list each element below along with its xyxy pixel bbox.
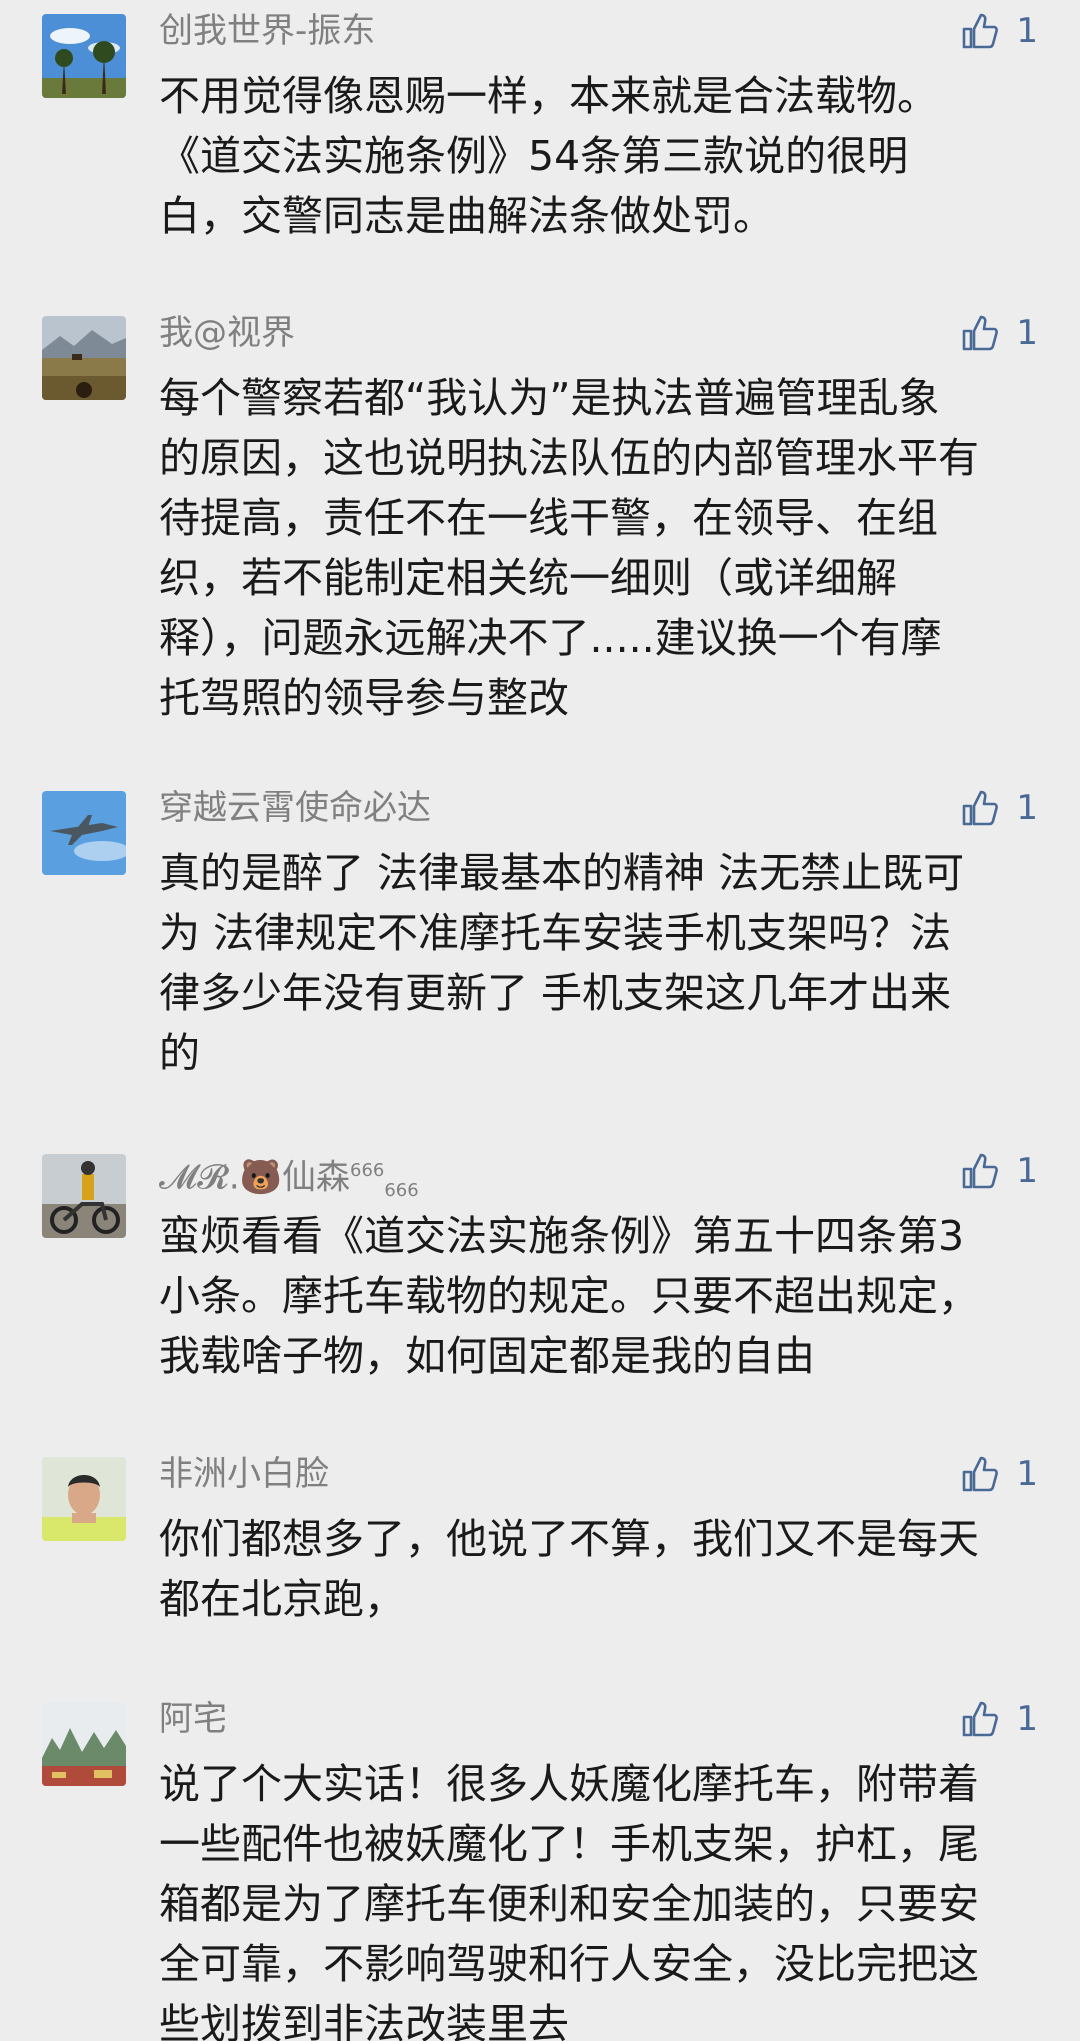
person-avatar-icon — [42, 1457, 126, 1541]
comment-text: 每个警察若都“我认为”是执法普遍管理乱象 的原因，这也说明执法队伍的内部管理水平… — [159, 368, 1039, 728]
comment-line: 真的是醉了 法律最基本的精神 法无禁止既可 — [159, 849, 965, 897]
comment-line: 《道交法实施条例》54条第三款说的很明 — [159, 132, 909, 180]
motorbike-avatar-icon — [42, 1154, 126, 1238]
avatar[interactable] — [42, 1702, 126, 1786]
like-count: 1 — [1016, 1151, 1038, 1191]
avatar[interactable] — [42, 316, 126, 400]
comment-line: 律多少年没有更新了 手机支架这几年才出来 — [159, 969, 952, 1017]
comment-line: 你们都想多了，他说了不算，我们又不是每天 — [159, 1515, 979, 1563]
comment-line: 待提高，责任不在一线干警，在领导、在组 — [159, 494, 938, 542]
comment-line: 的原因，这也说明执法队伍的内部管理水平有 — [159, 434, 979, 482]
thumbs-up-icon — [963, 1153, 999, 1189]
sky-tree-avatar-icon — [42, 14, 126, 98]
like-count: 1 — [1016, 313, 1038, 353]
nickname[interactable]: 穿越云霄使命必达 — [159, 783, 431, 833]
like-count: 1 — [1016, 1699, 1038, 1739]
nickname-prefix: 𝓜𝓡. — [159, 1157, 240, 1198]
comment-line: 我载啥子物，如何固定都是我的自由 — [159, 1332, 815, 1380]
bear-emoji: 🐻 — [239, 1157, 282, 1198]
comment-text: 不用觉得像恩赐一样，本来就是合法载物。 《道交法实施条例》54条第三款说的很明 … — [159, 66, 1039, 246]
nickname[interactable]: 𝓜𝓡.🐻仙森666666 — [159, 1146, 419, 1201]
comment-line: 蛮烦看看《道交法实施条例》第五十四条第3 — [159, 1212, 965, 1260]
nickname-superscript: 666 — [350, 1160, 385, 1181]
nickname-subscript: 666 — [384, 1180, 419, 1202]
comment-line: 说了个大实话！很多人妖魔化摩托车，附带着 — [159, 1760, 979, 1808]
comment-line: 小条。摩托车载物的规定。只要不超出规定， — [159, 1272, 979, 1320]
comment-line: 全可靠，不影响驾驶和行人安全，没比完把这 — [159, 1940, 979, 1988]
nickname[interactable]: 创我世界-振东 — [159, 6, 375, 56]
grassland-avatar-icon — [42, 316, 126, 400]
thumbs-up-icon — [963, 1456, 999, 1492]
nickname[interactable]: 非洲小白脸 — [159, 1449, 329, 1499]
nickname[interactable]: 我@视界 — [159, 308, 295, 358]
comment-line: 都在北京跑， — [159, 1575, 405, 1623]
comment-line: 白，交警同志是曲解法条做处罚。 — [159, 192, 774, 240]
comment-text: 蛮烦看看《道交法实施条例》第五十四条第3 小条。摩托车载物的规定。只要不超出规定… — [159, 1206, 1039, 1386]
comment-text: 真的是醉了 法律最基本的精神 法无禁止既可 为 法律规定不准摩托车安装手机支架吗… — [159, 843, 1039, 1083]
avatar[interactable] — [42, 791, 126, 875]
thumbs-up-icon — [963, 790, 999, 826]
comment-text: 你们都想多了，他说了不算，我们又不是每天 都在北京跑， — [159, 1509, 1039, 1629]
thumbs-up-icon — [963, 13, 999, 49]
avatar[interactable] — [42, 1457, 126, 1541]
like-button[interactable]: 1 — [960, 1449, 1038, 1499]
nickname-main: 仙森 — [282, 1157, 350, 1198]
like-count: 1 — [1016, 11, 1038, 51]
like-button[interactable]: 1 — [960, 1146, 1038, 1196]
comment-line: 织，若不能制定相关统一细则（或详细解 — [159, 554, 897, 602]
mountain-avatar-icon — [42, 1702, 126, 1786]
comment-text: 说了个大实话！很多人妖魔化摩托车，附带着 一些配件也被妖魔化了！手机支架，护杠，… — [159, 1754, 1039, 2041]
like-button[interactable]: 1 — [960, 308, 1038, 358]
nickname[interactable]: 阿宅 — [159, 1694, 227, 1744]
like-count: 1 — [1016, 788, 1038, 828]
thumbs-up-icon — [963, 1701, 999, 1737]
thumbs-up-icon — [963, 315, 999, 351]
like-button[interactable]: 1 — [960, 6, 1038, 56]
comment-line: 为 法律规定不准摩托车安装手机支架吗？法 — [159, 909, 952, 957]
comment-line: 托驾照的领导参与整改 — [159, 674, 569, 722]
like-count: 1 — [1016, 1454, 1038, 1494]
like-button[interactable]: 1 — [960, 1694, 1038, 1744]
comment-line: 些划拨到非法改装里去 — [159, 2000, 569, 2041]
comment-line: 的 — [159, 1029, 200, 1077]
comment-list: 创我世界-振东 1 不用觉得像恩赐一样，本来就是合法载物。 《道交法实施条例》5… — [0, 0, 1080, 2041]
comment-line: 箱都是为了摩托车便利和安全加装的，只要安 — [159, 1880, 979, 1928]
avatar[interactable] — [42, 14, 126, 98]
comment-line: 一些配件也被妖魔化了！手机支架，护杠，尾 — [159, 1820, 979, 1868]
comment-line: 每个警察若都“我认为”是执法普遍管理乱象 — [159, 374, 940, 422]
comment-line: 释），问题永远解决不了.....建议换一个有摩 — [159, 614, 942, 662]
like-button[interactable]: 1 — [960, 783, 1038, 833]
jet-avatar-icon — [42, 791, 126, 875]
avatar[interactable] — [42, 1154, 126, 1238]
comment-line: 不用觉得像恩赐一样，本来就是合法载物。 — [159, 72, 938, 120]
